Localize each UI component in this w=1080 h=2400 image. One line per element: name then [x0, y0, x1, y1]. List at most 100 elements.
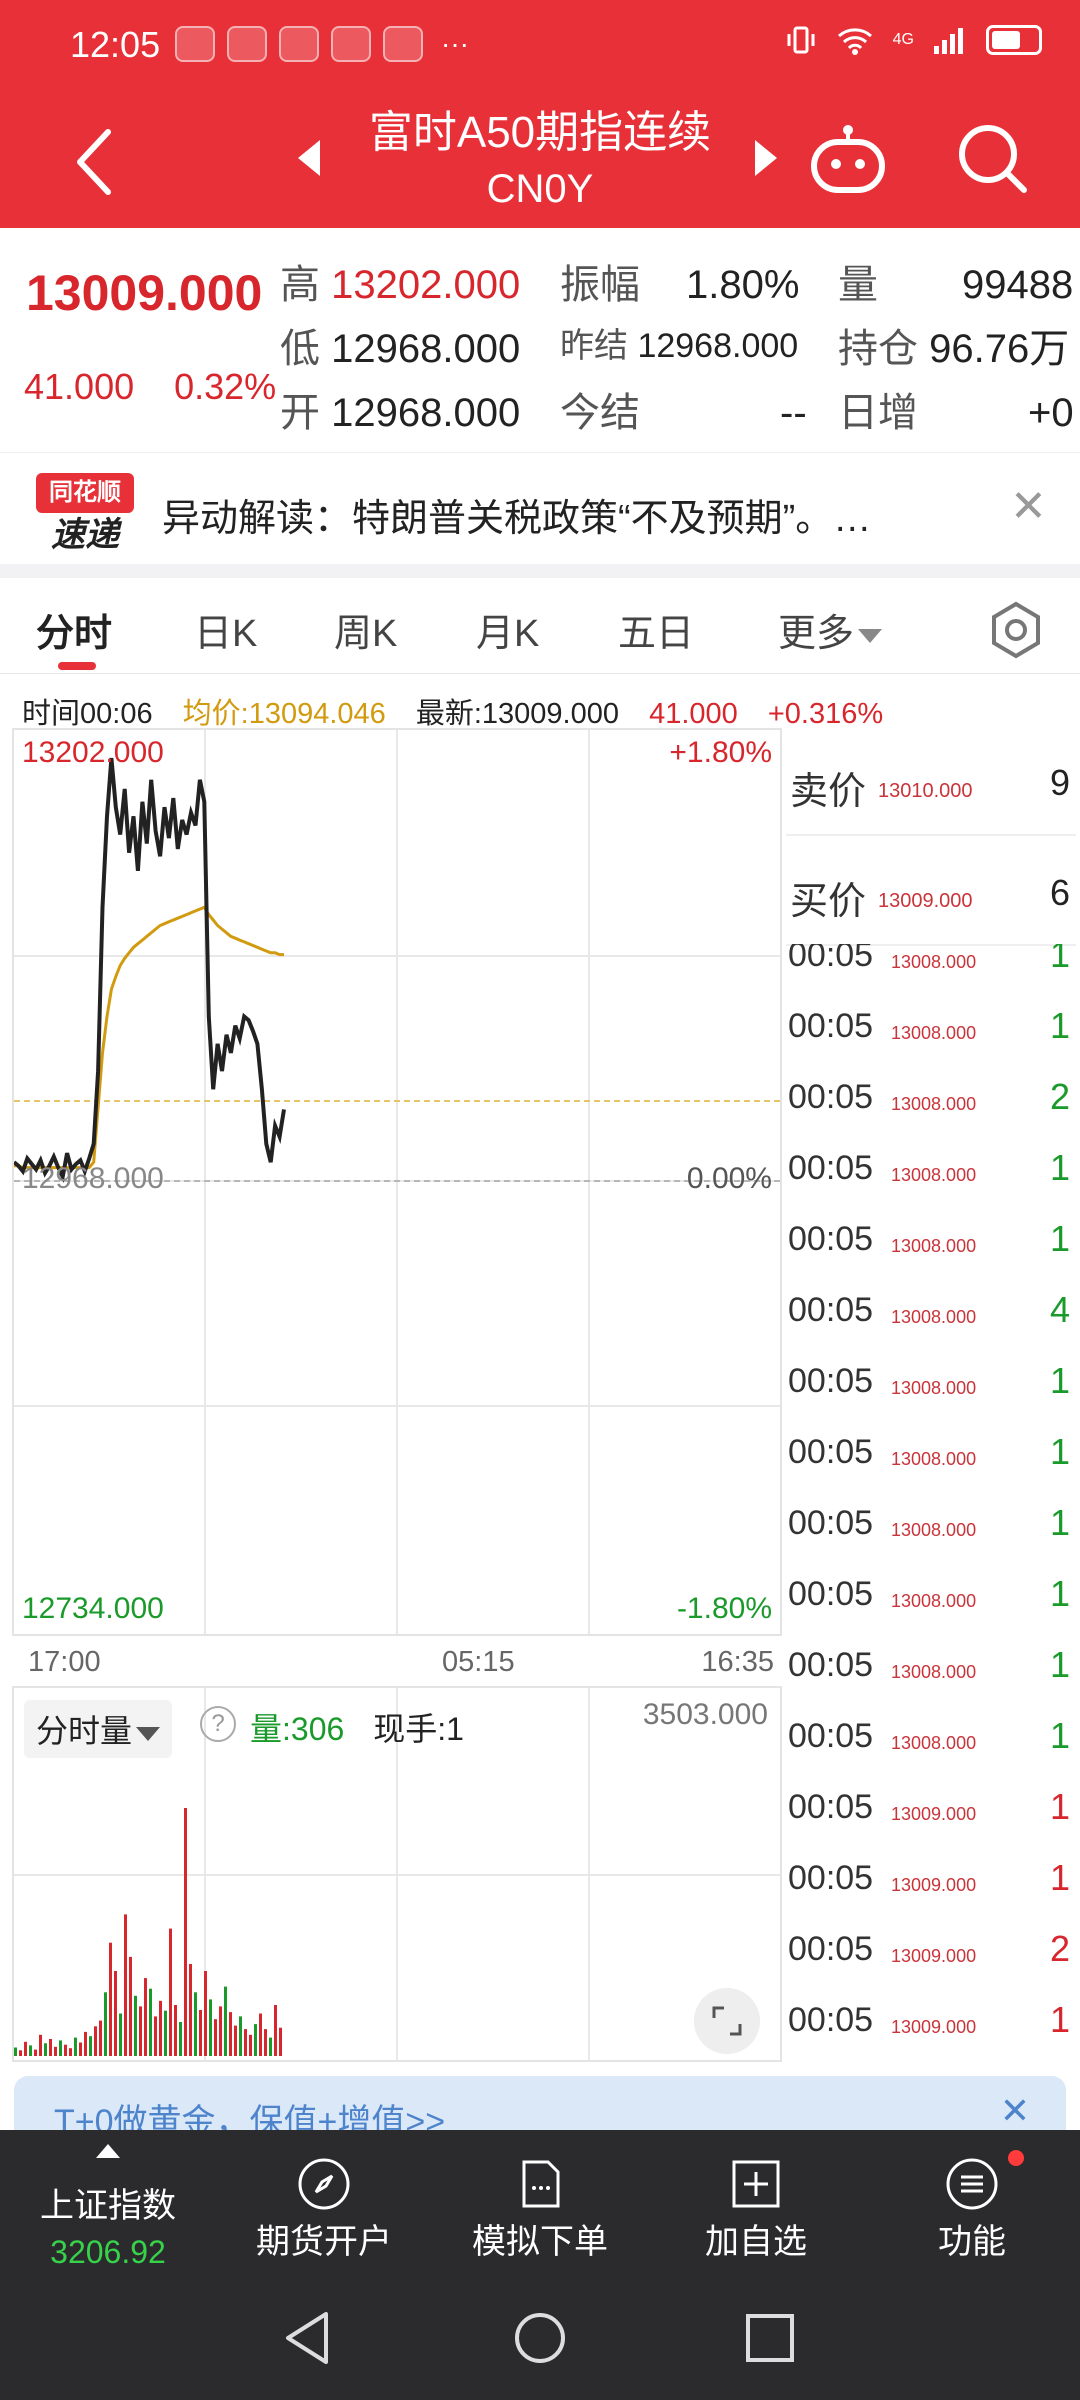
tick-list[interactable]: 00:05 13008.000 1 00:05 13008.000 1 00:05 13008…	[782, 944, 1080, 2062]
tick-time: 00:05	[788, 1859, 874, 1897]
close-icon[interactable]: ✕	[1010, 481, 1047, 532]
tick-price: 13009.000	[891, 1804, 977, 1824]
tick-time: 00:05	[788, 1149, 874, 1187]
volume-max-label: 3503.000	[642, 1698, 768, 1731]
functions-label: 功能	[938, 2223, 1006, 2261]
back-arrow-icon[interactable]	[66, 124, 126, 200]
compass-icon	[298, 2158, 350, 2210]
tab-five-day[interactable]: 五日	[618, 602, 694, 657]
x-tick-label: 17:00	[28, 1646, 101, 1678]
battery-icon	[986, 25, 1042, 55]
volume-bar	[24, 2041, 27, 2056]
volume-bar	[79, 2042, 82, 2056]
tick-row: 00:05 13008.000 1	[786, 1632, 1076, 1703]
contract-title[interactable]: 富时A50期指连续 CN0Y	[300, 104, 780, 216]
functions-button[interactable]: 功能	[864, 2130, 1080, 2270]
news-headline[interactable]: 异动解读：特朗普关税政策“不及预期”。…	[162, 487, 871, 542]
volume-bar	[254, 2024, 257, 2056]
volume-bar	[169, 1928, 172, 2056]
contract-code: CN0Y	[486, 167, 594, 211]
tick-volume: 1	[1049, 944, 1070, 975]
promo-banner[interactable]: T+0做黄金，保值+增值>> ✕	[14, 2076, 1066, 2130]
tick-time: 00:05	[788, 1362, 874, 1400]
caret-down-icon	[858, 628, 883, 643]
volume-bar	[109, 1942, 112, 2056]
next-contract-icon[interactable]	[755, 140, 777, 176]
volume-bar	[184, 1808, 187, 2056]
search-icon[interactable]	[952, 118, 1032, 198]
volume-bar	[224, 1986, 227, 2056]
tab-intraday[interactable]: 分时	[36, 602, 112, 657]
close-icon[interactable]: ✕	[1000, 2090, 1030, 2130]
header: 富时A50期指连续 CN0Y	[0, 96, 1080, 228]
tick-price: 13008.000	[891, 1378, 977, 1398]
ask-price: 13010.000	[878, 780, 973, 802]
index-ticker[interactable]: 上证指数 3206.92	[0, 2130, 216, 2270]
help-icon[interactable]: ?	[200, 1706, 236, 1742]
volume-bar	[114, 1971, 117, 2056]
settle-cell: 今结 --	[560, 380, 807, 438]
tick-volume: 1	[1049, 1431, 1070, 1472]
recents-square-icon[interactable]	[744, 2312, 796, 2364]
volume-bar	[139, 2006, 142, 2056]
volume-bar	[174, 2005, 177, 2056]
volume-bar	[124, 1914, 127, 2056]
pct-bottom-label: -1.80%	[676, 1592, 772, 1625]
tab-more[interactable]: 更多	[778, 602, 883, 657]
menu-icon	[946, 2158, 998, 2210]
app-notification-icon	[279, 26, 319, 62]
bid-row[interactable]: 买价 13009.000 6	[786, 838, 1076, 946]
volume-bar	[159, 2000, 162, 2056]
futures-account-button[interactable]: 期货开户	[216, 2130, 432, 2270]
simulated-order-button[interactable]: 模拟下单	[432, 2130, 648, 2270]
volume-bar	[214, 2019, 217, 2056]
add-watchlist-button[interactable]: 加自选	[648, 2130, 864, 2270]
tick-row: 00:05 13008.000 1	[786, 1419, 1076, 1490]
intraday-chart[interactable]: 13202.000 12968.000 12734.000 +1.80% 0.0…	[12, 728, 782, 1636]
settings-hexagon-icon[interactable]	[986, 600, 1046, 660]
low-cell: 低 12968.000	[280, 316, 520, 374]
tick-time: 00:05	[788, 2001, 874, 2039]
daily-increase-cell: 日增 +0	[838, 380, 1074, 438]
y-mid-label: 12968.000	[22, 1162, 164, 1195]
volume-bar	[39, 2034, 42, 2056]
bid-price: 13009.000	[878, 890, 973, 912]
open-interest-value: 96.76万	[929, 327, 1070, 371]
notification-dot	[1008, 2150, 1024, 2166]
bottom-toolbar: 上证指数 3206.92 期货开户 模拟下单 加自选 功能	[0, 2130, 1080, 2270]
volume-bar	[244, 2029, 247, 2056]
volume-bar	[34, 2049, 37, 2056]
home-circle-icon[interactable]	[512, 2310, 568, 2366]
promo-text[interactable]: T+0做黄金，保值+增值>>	[54, 2094, 445, 2130]
volume-bar	[74, 2037, 77, 2056]
ask-row[interactable]: 卖价 13010.000 9	[786, 728, 1076, 836]
tick-row: 00:05 13008.000 1	[786, 1703, 1076, 1774]
tick-volume: 1	[1049, 1644, 1070, 1685]
tick-volume: 1	[1049, 1147, 1070, 1188]
tick-volume: 1	[1049, 1786, 1070, 1827]
tab-weekly-k[interactable]: 周K	[334, 602, 397, 657]
volume-chart[interactable]: 分时量 ? 量:306 现手:1 3503.000	[12, 1686, 782, 2062]
chart-info-line: 时间00:06 均价:13094.046 最新:13009.000 41.000…	[22, 690, 905, 732]
volume-bar	[164, 2010, 167, 2056]
prev-settle-label: 昨结	[560, 327, 628, 365]
tick-row: 00:05 13009.000 1	[786, 1774, 1076, 1845]
volume-bar	[69, 2048, 72, 2056]
back-triangle-icon[interactable]	[282, 2310, 332, 2366]
robot-assistant-icon[interactable]	[808, 120, 888, 200]
volume-bar	[144, 1978, 147, 2056]
latest-price: 最新:13009.000	[415, 698, 620, 730]
tab-daily-k[interactable]: 日K	[194, 602, 257, 657]
daily-increase-label: 日增	[838, 391, 918, 435]
tick-price: 13008.000	[891, 1520, 977, 1540]
low-label: 低	[280, 327, 320, 371]
volume-indicator-select[interactable]: 分时量	[24, 1700, 173, 1758]
expand-icon[interactable]	[694, 1988, 760, 2054]
tick-time: 00:05	[788, 1433, 874, 1471]
tick-price: 13008.000	[891, 1023, 977, 1043]
volume-bar	[84, 2031, 87, 2056]
tab-monthly-k[interactable]: 月K	[476, 602, 539, 657]
y-bottom-label: 12734.000	[22, 1592, 164, 1625]
news-banner[interactable]: 同花顺 速递 异动解读：特朗普关税政策“不及预期”。… ✕	[0, 452, 1080, 564]
latest-change-pct: +0.316%	[767, 698, 884, 730]
